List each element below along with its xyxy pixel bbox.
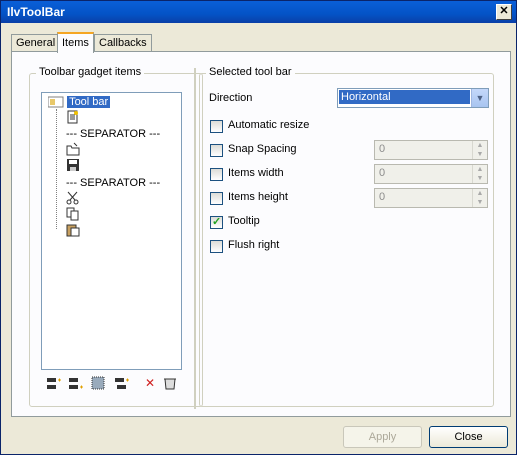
flush-right-label: Flush right: [228, 239, 280, 251]
spin-down-icon[interactable]: ▼: [473, 174, 487, 183]
trash-icon[interactable]: [162, 375, 178, 391]
spin-up-icon[interactable]: ▲: [473, 165, 487, 174]
tab-callbacks[interactable]: Callbacks: [94, 34, 152, 51]
copy-icon[interactable]: [66, 207, 80, 221]
tab-general[interactable]: General: [11, 34, 61, 51]
direction-label: Direction: [209, 92, 253, 104]
tooltip-checkbox[interactable]: ✓: [210, 216, 223, 229]
spin-down-icon[interactable]: ▼: [473, 150, 487, 159]
delete-icon[interactable]: ✕: [142, 375, 158, 391]
tree-line: [56, 109, 57, 229]
tab-items[interactable]: Items: [57, 32, 94, 53]
spin-up-icon[interactable]: ▲: [473, 189, 487, 198]
tree-item-separator[interactable]: --- SEPARATOR ---: [66, 177, 160, 189]
tree-item-label: Tool bar: [67, 96, 111, 108]
apply-button[interactable]: Apply: [343, 426, 422, 448]
items-width-input[interactable]: 0 ▲ ▼: [374, 164, 488, 184]
grid-icon[interactable]: [90, 375, 106, 391]
grid-icon: [91, 376, 105, 390]
snap-spacing-label: Snap Spacing: [228, 143, 297, 155]
close-icon: ✕: [499, 5, 509, 17]
group-title: Toolbar gadget items: [36, 66, 145, 78]
close-window-button[interactable]: ✕: [496, 4, 512, 20]
insert-child-icon: [115, 378, 129, 389]
checkmark-icon: ✓: [212, 216, 222, 228]
items-height-label: Items height: [228, 191, 288, 203]
items-height-input[interactable]: 0 ▲ ▼: [374, 188, 488, 208]
insert-child-icon[interactable]: [114, 375, 130, 391]
snap-spacing-checkbox[interactable]: [210, 144, 223, 157]
window-title: IlvToolBar: [7, 5, 65, 19]
spin-value: 0: [379, 143, 386, 155]
items-width-label: Items width: [228, 167, 284, 179]
items-tree[interactable]: Tool bar --- SEPARATOR --- --- SEPARATOR…: [41, 92, 182, 370]
cut-icon[interactable]: [66, 191, 80, 205]
automatic-resize-label: Automatic resize: [228, 119, 310, 131]
automatic-resize-checkbox[interactable]: [210, 120, 223, 133]
chevron-down-icon[interactable]: ▼: [471, 89, 488, 107]
toolbar-icon: [47, 96, 64, 108]
spin-buttons[interactable]: ▲ ▼: [472, 189, 487, 207]
spin-buttons[interactable]: ▲ ▼: [472, 165, 487, 183]
snap-spacing-input[interactable]: 0 ▲ ▼: [374, 140, 488, 160]
items-width-checkbox[interactable]: [210, 168, 223, 181]
spin-value: 0: [379, 191, 386, 203]
direction-value: Horizontal: [339, 90, 470, 104]
paste-icon[interactable]: [66, 223, 80, 237]
insert-after-icon[interactable]: [68, 375, 84, 391]
spin-up-icon[interactable]: ▲: [473, 141, 487, 150]
insert-after-icon: [69, 378, 83, 389]
group-title: Selected tool bar: [206, 66, 295, 78]
open-file-icon[interactable]: [66, 142, 80, 156]
dialog-window: IlvToolBar ✕ General Items Callbacks Too…: [0, 0, 517, 455]
save-icon[interactable]: [66, 158, 80, 172]
title-bar[interactable]: IlvToolBar ✕: [1, 1, 516, 23]
flush-right-checkbox[interactable]: [210, 240, 223, 253]
close-button[interactable]: Close: [429, 426, 508, 448]
spin-buttons[interactable]: ▲ ▼: [472, 141, 487, 159]
items-height-checkbox[interactable]: [210, 192, 223, 205]
divider: [194, 68, 196, 409]
insert-before-icon[interactable]: [46, 375, 62, 391]
tooltip-label: Tooltip: [228, 215, 260, 227]
tree-item-root[interactable]: Tool bar: [47, 96, 111, 108]
new-file-icon[interactable]: [66, 110, 80, 124]
trash-icon: [164, 378, 176, 390]
spin-down-icon[interactable]: ▼: [473, 198, 487, 207]
tree-item-separator[interactable]: --- SEPARATOR ---: [66, 128, 160, 140]
insert-before-icon: [47, 378, 61, 389]
direction-select[interactable]: Horizontal ▼: [337, 88, 489, 108]
spin-value: 0: [379, 167, 386, 179]
